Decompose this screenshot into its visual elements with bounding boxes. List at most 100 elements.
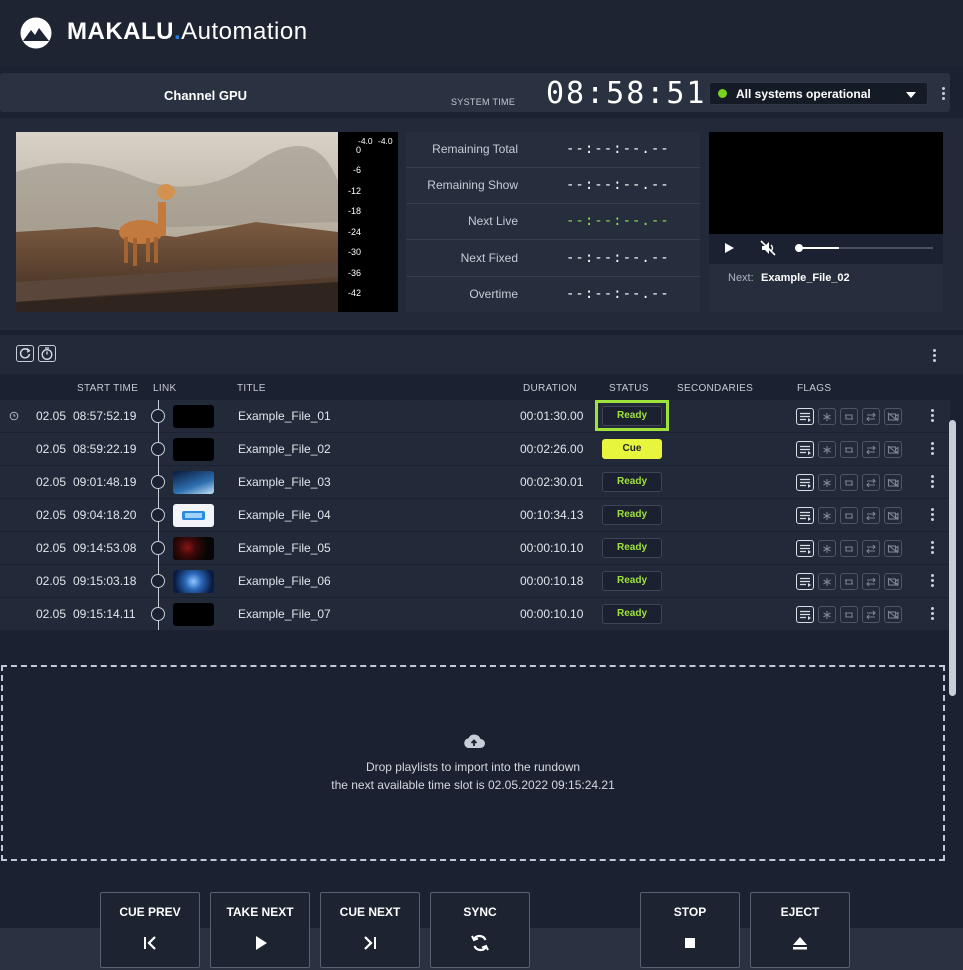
flag-loop-icon[interactable] [840,540,858,557]
asterisk-icon [823,611,831,619]
cue-next-button[interactable]: CUE NEXT [320,892,420,968]
flag-swap-icon[interactable] [862,606,880,623]
asterisk-icon [823,545,831,553]
overtime-value: --:--:--.-- [566,286,670,302]
mute-icon[interactable] [760,240,776,256]
column-title[interactable]: TITLE [237,383,266,394]
loop-icon [845,612,853,618]
link-node[interactable] [151,475,165,489]
sync-button[interactable]: SYNC [430,892,530,968]
row-duration: 00:10:34.13 [520,508,584,522]
link-node[interactable] [151,607,165,621]
rundown-toolbar [0,335,963,374]
column-status[interactable]: STATUS [609,383,649,394]
eject-button[interactable]: EJECT [750,892,850,968]
channel-menu-icon[interactable] [942,87,946,102]
row-duration: 00:00:10.18 [520,574,584,588]
row-menu-icon[interactable] [931,475,935,490]
link-node[interactable] [151,508,165,522]
flag-loop-icon[interactable] [840,606,858,623]
timer-button[interactable] [38,345,56,362]
flag-no-video-icon[interactable] [884,606,902,623]
flag-no-video-icon[interactable] [884,573,902,590]
row-start-date: 02.05 [36,574,67,588]
cloud-upload-icon [464,734,485,748]
no-video-icon [887,544,899,554]
status-badge[interactable]: Cue [602,439,662,459]
flag-swap-icon[interactable] [862,408,880,425]
flag-asterisk-icon[interactable] [818,474,836,491]
flag-loop-icon[interactable] [840,573,858,590]
take-next-button[interactable]: TAKE NEXT [210,892,310,968]
no-video-icon [887,478,899,488]
stop-button[interactable]: STOP [640,892,740,968]
refresh-button[interactable] [16,345,34,362]
flag-no-video-icon[interactable] [884,441,902,458]
row-menu-icon[interactable] [931,409,935,424]
row-menu-icon[interactable] [931,442,935,457]
link-node[interactable] [151,541,165,555]
flag-loop-icon[interactable] [840,474,858,491]
column-flags[interactable]: FLAGS [797,383,831,394]
flag-list-icon[interactable] [796,606,814,623]
row-menu-icon[interactable] [931,607,935,622]
list-icon [800,577,811,587]
row-menu-icon[interactable] [931,574,935,589]
column-link[interactable]: LINK [153,383,176,394]
flag-swap-icon[interactable] [862,474,880,491]
flag-swap-icon[interactable] [862,507,880,524]
flag-asterisk-icon[interactable] [818,540,836,557]
status-badge[interactable]: Ready [602,472,662,492]
status-badge[interactable]: Ready [602,571,662,591]
flag-loop-icon[interactable] [840,408,858,425]
swap-icon [866,610,876,620]
flag-asterisk-icon[interactable] [818,507,836,524]
no-video-icon [887,445,899,455]
flag-list-icon[interactable] [796,474,814,491]
status-badge[interactable]: Ready [602,406,662,426]
flag-asterisk-icon[interactable] [818,441,836,458]
seek-handle[interactable] [795,244,803,252]
cue-prev-button[interactable]: CUE PREV [100,892,200,968]
row-menu-icon[interactable] [931,508,935,523]
flag-swap-icon[interactable] [862,441,880,458]
column-secondaries[interactable]: SECONDARIES [677,383,753,394]
link-node[interactable] [151,574,165,588]
flag-swap-icon[interactable] [862,573,880,590]
status-badge[interactable]: Ready [602,538,662,558]
asterisk-icon [823,446,831,454]
column-start-time[interactable]: START TIME [77,383,138,394]
flag-swap-icon[interactable] [862,540,880,557]
play-icon[interactable] [725,243,734,253]
flag-list-icon[interactable] [796,441,814,458]
link-node[interactable] [151,409,165,423]
next-live-label: Next Live [467,214,518,228]
chevron-down-icon[interactable] [906,92,916,98]
flag-asterisk-icon[interactable] [818,573,836,590]
flag-asterisk-icon[interactable] [818,408,836,425]
flag-list-icon[interactable] [796,573,814,590]
meter-scale-label: 0 [355,145,361,155]
row-menu-icon[interactable] [931,541,935,556]
status-badge[interactable]: Ready [602,604,662,624]
column-duration[interactable]: DURATION [523,383,577,394]
flag-no-video-icon[interactable] [884,474,902,491]
flag-loop-icon[interactable] [840,507,858,524]
loop-icon [845,546,853,552]
row-title: Example_File_02 [238,442,331,456]
flag-list-icon[interactable] [796,507,814,524]
row-duration: 00:02:30.01 [520,475,584,489]
row-start-time: 09:04:18.20 [73,508,137,522]
flag-no-video-icon[interactable] [884,540,902,557]
rundown-menu-icon[interactable] [933,349,937,364]
flag-no-video-icon[interactable] [884,408,902,425]
flag-list-icon[interactable] [796,408,814,425]
status-badge[interactable]: Ready [602,505,662,525]
flag-asterisk-icon[interactable] [818,606,836,623]
flag-loop-icon[interactable] [840,441,858,458]
rundown-scrollbar[interactable] [949,420,956,696]
row-start-date: 02.05 [36,442,67,456]
flag-list-icon[interactable] [796,540,814,557]
flag-no-video-icon[interactable] [884,507,902,524]
link-node[interactable] [151,442,165,456]
